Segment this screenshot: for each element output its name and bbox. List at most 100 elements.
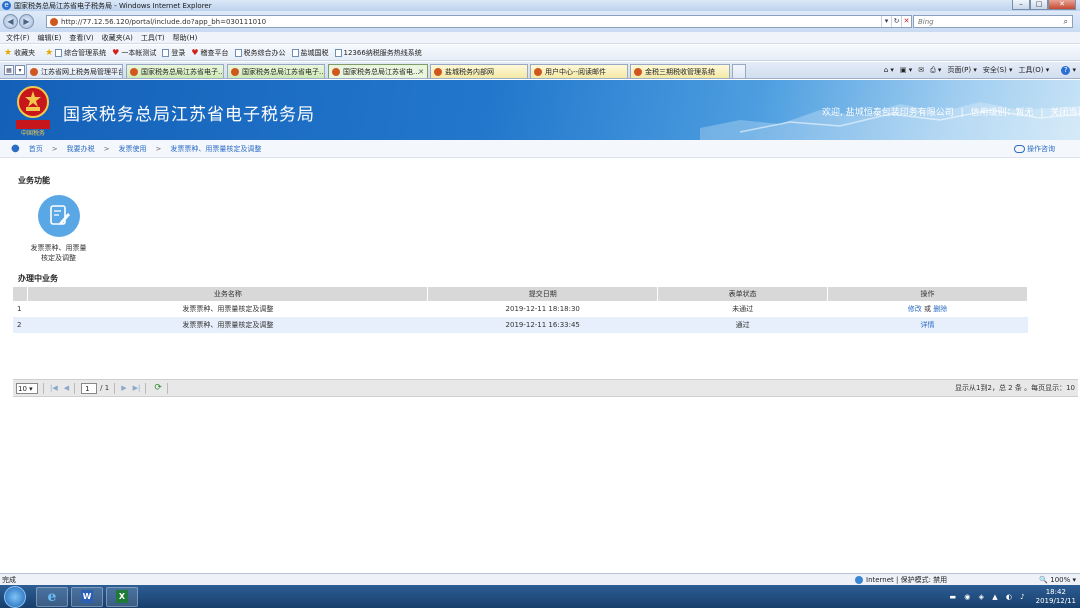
menu-favorites[interactable]: 收藏夹(A) bbox=[102, 33, 133, 43]
favorite-item[interactable]: ♥ 稽查平台 bbox=[191, 48, 228, 58]
last-page-icon[interactable]: ▶| bbox=[133, 384, 141, 392]
card-label: 发票票种、用票量 核定及调整 bbox=[26, 243, 91, 263]
close-page-link[interactable]: 关闭当页 bbox=[1050, 108, 1080, 118]
col-status[interactable]: 表单状态 bbox=[657, 287, 829, 301]
search-placeholder[interactable]: Bing bbox=[918, 18, 934, 26]
business-section-title: 业务功能 bbox=[18, 176, 50, 185]
tab-5[interactable]: 盐城税务内部网 bbox=[430, 64, 528, 78]
menu-edit[interactable]: 编辑(E) bbox=[38, 33, 62, 43]
menu-view[interactable]: 查看(V) bbox=[69, 33, 93, 43]
tab-7[interactable]: 金税三期税收管理系统 bbox=[630, 64, 730, 78]
tab-favicon-icon bbox=[130, 67, 138, 76]
favorite-item[interactable]: ♥ 一本帐测试 bbox=[112, 48, 156, 58]
tab-4-active[interactable]: 国家税务总局江苏省电... ✕ bbox=[328, 64, 428, 78]
details-link[interactable]: 详情 bbox=[921, 321, 935, 329]
new-tab-button[interactable] bbox=[732, 64, 746, 78]
row-date: 2019-12-11 16:33:45 bbox=[427, 317, 658, 333]
address-bar[interactable]: http://77.12.56.120/portal/include.do?ap… bbox=[46, 15, 912, 28]
page-size-select[interactable]: 10 ▾ bbox=[16, 382, 38, 394]
ops-or: 或 bbox=[924, 305, 932, 313]
tax-emblem-logo bbox=[16, 86, 50, 129]
col-name[interactable]: 业务名称 bbox=[27, 287, 429, 301]
refresh-icon[interactable]: ↻ bbox=[891, 16, 901, 27]
next-page-icon[interactable]: ▶ bbox=[121, 384, 126, 392]
menu-file[interactable]: 文件(F) bbox=[6, 33, 30, 43]
clock[interactable]: 18:42 2019/12/11 bbox=[1036, 588, 1076, 606]
favorite-item[interactable]: 税务综合办公 bbox=[234, 48, 286, 58]
search-icon[interactable]: ⌕ bbox=[1064, 17, 1068, 27]
print-icon[interactable]: ⎙ ▾ bbox=[930, 66, 941, 75]
divider bbox=[74, 382, 76, 394]
maximize-button[interactable]: □ bbox=[1030, 0, 1048, 10]
feeds-icon[interactable]: ▣ ▾ bbox=[900, 66, 912, 74]
home-icon[interactable]: ⌂ ▾ bbox=[884, 66, 894, 74]
favorites-button[interactable]: ★ 收藏夹 bbox=[4, 48, 35, 58]
favorite-item[interactable]: 登录 bbox=[162, 48, 185, 58]
back-button[interactable]: ◀ bbox=[3, 14, 18, 29]
favorite-item[interactable]: ★ 综合管理系统 bbox=[45, 48, 106, 58]
tab-6[interactable]: 用户中心--阅读邮件 bbox=[530, 64, 628, 78]
mail-icon[interactable]: ✉ bbox=[918, 66, 924, 74]
first-page-icon[interactable]: |◀ bbox=[50, 384, 58, 392]
favorite-item[interactable]: 12366纳税服务热线系统 bbox=[334, 48, 422, 58]
breadcrumb-tax[interactable]: 我要办税 bbox=[67, 144, 95, 154]
tools-menu[interactable]: 工具(O) ▾ bbox=[1019, 65, 1050, 75]
row-name: 发票票种、用票量核定及调整 bbox=[182, 305, 274, 313]
minimize-button[interactable]: – bbox=[1012, 0, 1030, 10]
taskbar-ie[interactable]: e bbox=[36, 586, 68, 607]
invoice-adjust-card[interactable]: 发票票种、用票量 核定及调整 bbox=[26, 195, 91, 263]
tab-close-icon[interactable]: ✕ bbox=[418, 68, 424, 76]
dropdown-icon[interactable]: ▾ bbox=[881, 16, 891, 27]
tab-bar: ▦ ▾ 江苏省网上税务局管理平台 国家税务总局江苏省电子... 国家税务总局江苏… bbox=[0, 62, 1080, 79]
taskbar-word[interactable]: W bbox=[71, 586, 103, 607]
taskbar-excel[interactable]: X bbox=[106, 586, 138, 607]
reload-icon[interactable]: ⟳ bbox=[154, 383, 162, 393]
close-window-button[interactable]: ✕ bbox=[1048, 0, 1076, 10]
address-url[interactable]: http://77.12.56.120/portal/include.do?ap… bbox=[61, 18, 266, 26]
breadcrumb-invoice[interactable]: 发票使用 bbox=[118, 144, 146, 154]
security-zone[interactable]: Internet | 保护模式: 禁用 bbox=[855, 575, 947, 585]
start-button[interactable] bbox=[4, 585, 26, 608]
table-row[interactable]: 1 发票票种、用票量核定及调整 2019-12-11 18:18:30 未通过 … bbox=[13, 301, 1028, 317]
safety-menu[interactable]: 安全(S) ▾ bbox=[983, 65, 1013, 75]
in-progress-section-title: 办理中业务 bbox=[18, 274, 58, 283]
forward-button[interactable]: ▶ bbox=[19, 14, 34, 29]
modify-link[interactable]: 修改 bbox=[908, 305, 922, 313]
favorite-item[interactable]: 盐城国税 bbox=[291, 48, 329, 58]
help-menu[interactable]: ? ▾ bbox=[1055, 65, 1076, 75]
row-index: 2 bbox=[13, 317, 28, 333]
favorite-label: 综合管理系统 bbox=[64, 48, 107, 57]
table-row[interactable]: 2 发票票种、用票量核定及调整 2019-12-11 16:33:45 通过 详… bbox=[13, 317, 1028, 333]
stop-icon[interactable]: ✕ bbox=[901, 16, 911, 27]
favorite-label: 稽查平台 bbox=[200, 48, 229, 57]
status-text: 完成 bbox=[2, 575, 16, 584]
col-index bbox=[13, 287, 29, 301]
page-number-input[interactable]: 1 bbox=[81, 382, 98, 394]
breadcrumb-current[interactable]: 发票票种、用票量核定及调整 bbox=[170, 144, 261, 154]
tab-2[interactable]: 国家税务总局江苏省电子... bbox=[126, 64, 224, 78]
help-icon: ? bbox=[1061, 65, 1071, 75]
tab-list-icon[interactable]: ▾ bbox=[15, 65, 25, 75]
quick-tabs-icon[interactable]: ▦ bbox=[4, 65, 14, 75]
in-progress-table: 业务名称 提交日期 表单状态 操作 1 发票票种、用票量核定及调整 2019-1… bbox=[13, 287, 1078, 333]
edit-document-icon[interactable] bbox=[37, 195, 80, 237]
col-date[interactable]: 提交日期 bbox=[427, 287, 659, 301]
search-box[interactable]: Bing ⌕ bbox=[913, 15, 1073, 28]
breadcrumb-home[interactable]: 首页 bbox=[29, 144, 43, 154]
zoom-value: 100% bbox=[1050, 575, 1071, 584]
excel-app-icon: X bbox=[116, 590, 128, 603]
favorites-bar: ★ 收藏夹 ★ 综合管理系统 ♥ 一本帐测试 登录 ♥ 稽查平台 税务综合办公 盐城国税… bbox=[0, 45, 1080, 61]
zoom-level[interactable]: 🔍 100% ▾ bbox=[1039, 576, 1076, 584]
heart-icon: ♥ bbox=[112, 48, 120, 57]
clock-date: 2019/12/11 bbox=[1035, 596, 1076, 605]
delete-link[interactable]: 删除 bbox=[933, 305, 947, 313]
tab-3[interactable]: 国家税务总局江苏省电子... bbox=[227, 64, 325, 78]
prev-page-icon[interactable]: ◀ bbox=[64, 384, 69, 392]
menu-help[interactable]: 帮助(H) bbox=[173, 33, 198, 43]
heart-icon: ♥ bbox=[191, 48, 199, 57]
help-consult-link[interactable]: 操作咨询 bbox=[1014, 144, 1055, 154]
tab-1[interactable]: 江苏省网上税务局管理平台 bbox=[26, 64, 123, 78]
page-menu[interactable]: 页面(P) ▾ bbox=[947, 65, 976, 75]
tray-icons[interactable]: ▬ ◉ ◈ ▲ ◐ ♪ bbox=[949, 593, 1027, 601]
menu-tools[interactable]: 工具(T) bbox=[141, 33, 165, 43]
